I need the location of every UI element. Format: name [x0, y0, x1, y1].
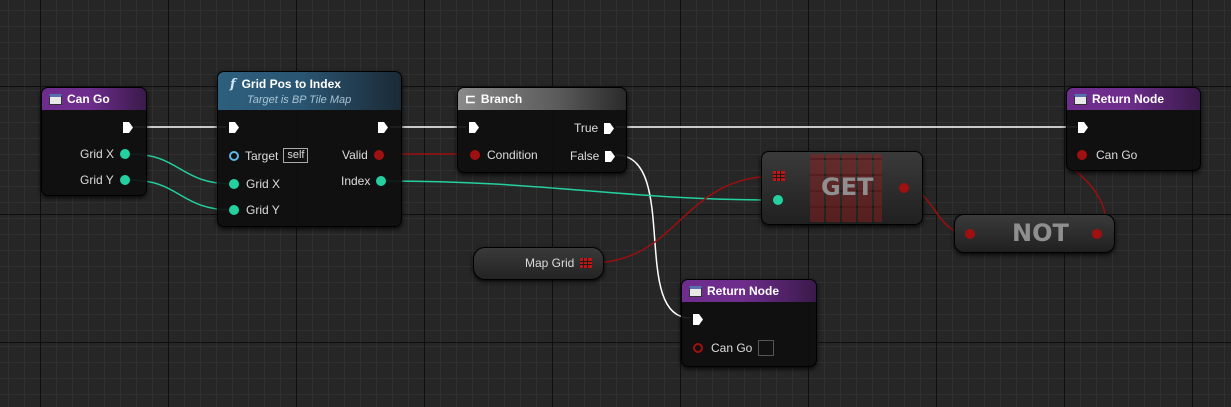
- get-array-node[interactable]: GET: [761, 151, 923, 225]
- map-grid-pin[interactable]: Map Grid: [525, 256, 593, 270]
- index-label: Index: [341, 174, 371, 188]
- map-grid-label: Map Grid: [525, 256, 575, 270]
- return-bottom-exec-in[interactable]: [692, 313, 704, 326]
- event-icon: [1074, 93, 1087, 105]
- return-node-top[interactable]: Return Node Can Go: [1066, 87, 1201, 171]
- branch-exec-in[interactable]: [468, 121, 480, 134]
- exec-pin-icon: [229, 122, 239, 133]
- grid-pos-subtitle: Target is BP Tile Map: [247, 93, 352, 106]
- int-pin-icon: [229, 205, 239, 215]
- gridy-label: Grid Y: [80, 173, 114, 187]
- bool-pin-icon[interactable]: [899, 183, 909, 193]
- exec-pin-icon: [469, 122, 479, 133]
- branch-condition-pin[interactable]: Condition: [470, 148, 538, 162]
- exec-pin-icon: [123, 122, 133, 133]
- can-go-gridx-pin[interactable]: Grid X: [80, 147, 131, 161]
- get-label: GET: [821, 173, 874, 201]
- return-top-cango-pin[interactable]: Can Go: [1077, 148, 1137, 162]
- grid-pos-title: Grid Pos to Index: [241, 77, 341, 91]
- can-go-exec-out[interactable]: [122, 121, 134, 134]
- array-wire-mapgrid-to-get: [589, 175, 778, 264]
- int-pin-icon[interactable]: [773, 195, 783, 205]
- int-pin-icon: [119, 175, 130, 185]
- branch-false-pin[interactable]: False: [570, 149, 616, 163]
- not-label: NOT: [1012, 219, 1069, 247]
- can-go-gridy-pin[interactable]: Grid Y: [80, 173, 130, 187]
- bool-pin-icon: [470, 150, 480, 160]
- valid-label: Valid: [342, 148, 368, 162]
- bool-pin-icon: [1077, 150, 1087, 160]
- grid-pos-valid-pin[interactable]: Valid: [342, 148, 384, 162]
- can-go-header: Can Go: [42, 88, 146, 110]
- exec-pin-icon: [1078, 122, 1088, 133]
- condition-label: Condition: [487, 148, 538, 162]
- array-grid-icon: [580, 258, 593, 268]
- bool-pin-icon: [373, 150, 384, 160]
- return-bottom-cango-label: Can Go: [711, 341, 753, 355]
- bool-pin-icon: [693, 343, 703, 353]
- return-top-title: Return Node: [1092, 92, 1164, 106]
- return-top-cango-label: Can Go: [1096, 148, 1138, 162]
- return-top-exec-in[interactable]: [1077, 121, 1089, 134]
- gridx-label: Grid X: [80, 147, 115, 161]
- grid-pos-gridx-pin[interactable]: Grid X: [229, 177, 280, 191]
- exec-wire-false-to-return: [615, 154, 691, 319]
- can-go-title: Can Go: [67, 92, 110, 106]
- int-pin-icon: [120, 149, 131, 159]
- bool-pin-icon[interactable]: [1092, 229, 1102, 239]
- branch-header: ⊏ Branch: [458, 88, 626, 110]
- grid-pos-gridy-pin[interactable]: Grid Y: [229, 203, 280, 217]
- grid-pos-exec-out[interactable]: [377, 121, 389, 134]
- not-boolean-node[interactable]: NOT: [954, 214, 1115, 253]
- gridy-input-label: Grid Y: [246, 203, 280, 217]
- grid-pos-to-index-node[interactable]: f Grid Pos to Index Target is BP Tile Ma…: [217, 71, 402, 227]
- return-node-bottom[interactable]: Return Node Can Go: [681, 279, 817, 367]
- cango-checkbox[interactable]: [758, 340, 775, 356]
- exec-pin-icon: [605, 150, 616, 162]
- return-bottom-title: Return Node: [707, 284, 779, 298]
- int-pin-icon: [376, 176, 387, 186]
- array-grid-icon[interactable]: [773, 171, 785, 181]
- grid-pos-header: f Grid Pos to Index Target is BP Tile Ma…: [218, 72, 401, 110]
- return-top-header: Return Node: [1067, 88, 1200, 110]
- branch-node[interactable]: ⊏ Branch Condition True False: [457, 87, 627, 173]
- map-grid-variable-node[interactable]: Map Grid: [473, 247, 604, 280]
- exec-pin-icon: [604, 122, 615, 134]
- object-pin-icon: [229, 150, 239, 161]
- bool-pin-icon[interactable]: [965, 229, 975, 239]
- branch-true-pin[interactable]: True: [574, 121, 615, 135]
- true-label: True: [574, 121, 599, 135]
- grid-pos-target-pin[interactable]: Target self: [229, 148, 309, 163]
- event-icon: [49, 93, 62, 105]
- self-default-value[interactable]: self: [283, 148, 309, 163]
- false-label: False: [570, 149, 600, 163]
- int-pin-icon: [229, 179, 239, 189]
- event-icon: [689, 285, 702, 297]
- wire-layer: [129, 126, 1106, 319]
- return-bottom-header: Return Node: [682, 280, 816, 302]
- grid-pos-index-pin[interactable]: Index: [341, 174, 387, 188]
- gridx-input-label: Grid X: [246, 177, 281, 191]
- exec-pin-icon: [378, 122, 388, 133]
- grid-pos-exec-in[interactable]: [228, 121, 240, 134]
- function-icon: f: [230, 76, 236, 92]
- can-go-event-node[interactable]: Can Go Grid X Grid Y: [41, 87, 147, 196]
- target-label: Target: [245, 148, 279, 163]
- branch-title: Branch: [480, 92, 523, 106]
- return-bottom-cango-pin[interactable]: Can Go: [693, 340, 775, 356]
- branch-icon: ⊏: [465, 91, 476, 106]
- exec-pin-icon: [693, 314, 703, 325]
